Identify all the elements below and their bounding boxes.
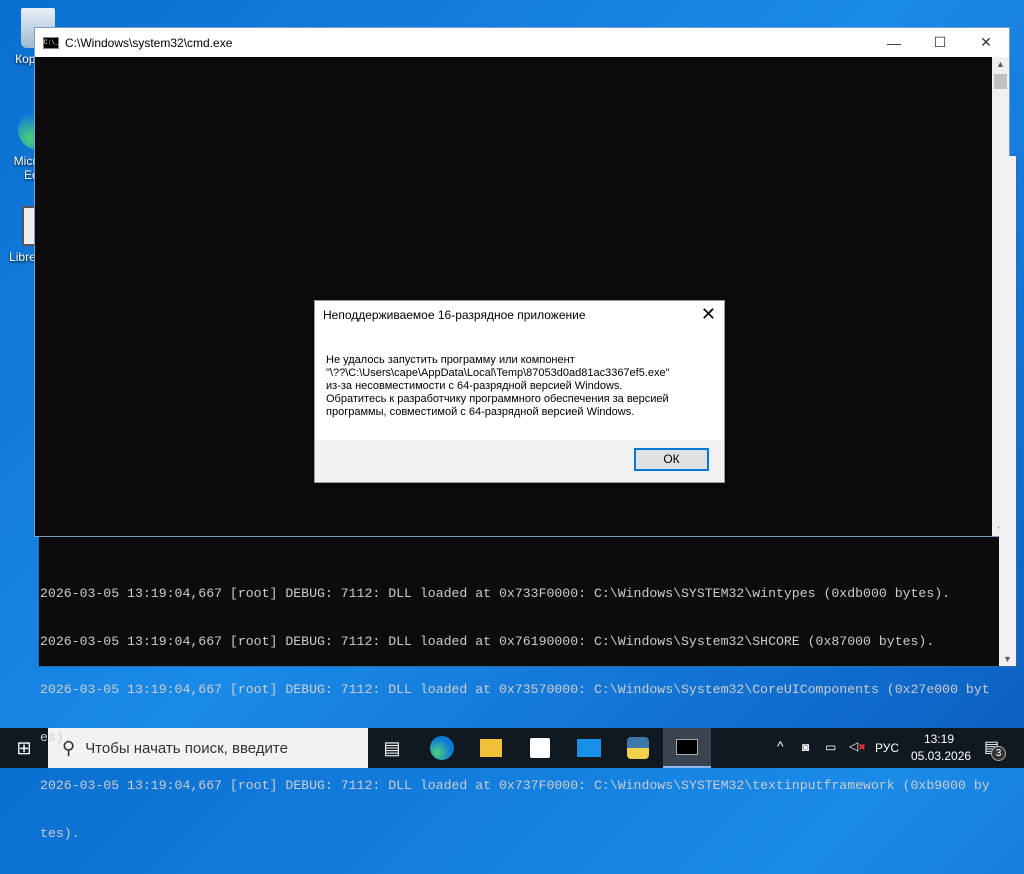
- cmd-icon: C:\_: [43, 36, 59, 49]
- scroll-up-arrow-icon[interactable]: ▲: [992, 59, 1009, 69]
- dialog-message: Не удалось запустить программу или компо…: [326, 354, 670, 418]
- ok-button[interactable]: ОК: [634, 448, 709, 471]
- notification-count-badge: 3: [991, 746, 1006, 761]
- scrollbar[interactable]: ▼: [999, 156, 1016, 666]
- maximize-button[interactable]: ☐: [917, 34, 963, 51]
- close-button[interactable]: ✕: [963, 34, 1009, 51]
- dialog-title: Неподдерживаемое 16-разрядное приложение: [323, 308, 586, 322]
- error-dialog: Неподдерживаемое 16-разрядное приложение…: [314, 300, 725, 483]
- minimize-button[interactable]: —: [871, 35, 917, 51]
- scrollbar-thumb[interactable]: [994, 74, 1007, 89]
- dialog-close-icon[interactable]: ✕: [701, 304, 716, 325]
- title-bar[interactable]: C:\_ C:\Windows\system32\cmd.exe — ☐ ✕: [35, 28, 1009, 57]
- scroll-down-arrow-icon[interactable]: ▼: [999, 654, 1016, 664]
- window-title: C:\Windows\system32\cmd.exe: [65, 35, 233, 50]
- console-log: 2026-03-05 13:19:04,667 [root] DEBUG: 71…: [40, 586, 990, 841]
